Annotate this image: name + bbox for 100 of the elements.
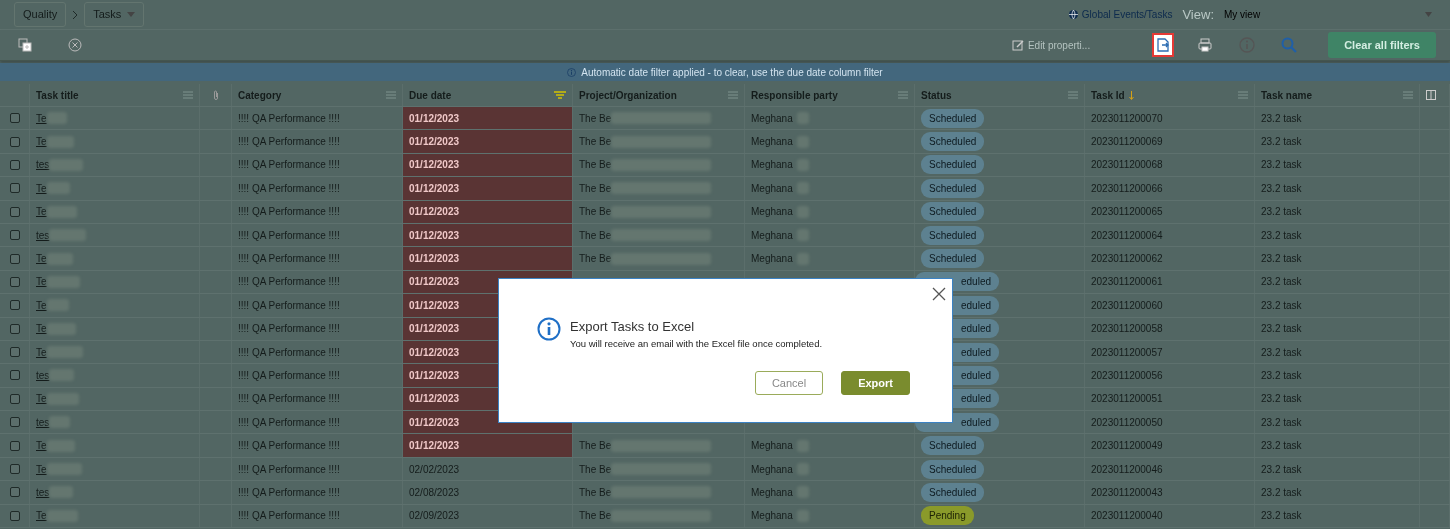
row-checkbox[interactable] [9, 206, 20, 217]
task-title-link[interactable]: Te [36, 461, 47, 477]
task-name-text: 23.2 task [1261, 369, 1302, 383]
category-text: !!!! QA Performance !!!! [238, 205, 340, 220]
task-name-text: 23.2 task [1261, 181, 1302, 196]
view-dropdown[interactable]: My view [1220, 7, 1436, 22]
status-badge: Scheduled [921, 459, 985, 479]
row-checkbox[interactable] [9, 347, 20, 358]
task-title-link[interactable]: Te [36, 438, 47, 454]
task-title-link[interactable]: tes [36, 368, 50, 383]
row-checkbox[interactable] [9, 464, 20, 475]
due-date-cell: 02/09/2023 [403, 504, 573, 528]
row-checkbox[interactable] [9, 370, 20, 381]
project-text: The Be [579, 252, 612, 267]
task-id-text: 2023011200040 [1091, 509, 1163, 524]
status-badge: Scheduled [921, 225, 985, 245]
status-badge: Scheduled [921, 155, 985, 175]
row-checkbox[interactable] [9, 253, 20, 264]
category-text: !!!! QA Performance !!!! [238, 509, 340, 524]
category-text: !!!! QA Performance !!!! [238, 369, 340, 383]
responsible-text: Meghana [751, 228, 793, 243]
row-checkbox[interactable] [9, 230, 20, 241]
column-header[interactable]: Responsible party [751, 87, 838, 103]
task-name-text: 23.2 task [1261, 252, 1302, 267]
due-date-cell: 01/12/2023 [403, 434, 573, 457]
column-header[interactable]: Due date [409, 87, 452, 103]
task-title-link[interactable]: Te [36, 321, 47, 337]
column-chooser-icon[interactable] [1426, 90, 1436, 100]
edit-icon [1011, 39, 1024, 51]
category-text: !!!! QA Performance !!!! [238, 485, 340, 500]
task-title-link[interactable]: Te [36, 297, 47, 313]
category-text: !!!! QA Performance !!!! [238, 252, 340, 267]
project-text: The Be [579, 111, 612, 126]
task-name-text: 23.2 task [1261, 158, 1302, 173]
row-checkbox[interactable] [9, 113, 20, 124]
column-header[interactable]: Status [921, 87, 952, 103]
task-name-text: 23.2 task [1261, 275, 1302, 290]
scope-link[interactable]: Global Events/Tasks [1068, 7, 1173, 22]
task-title-link[interactable]: Te [36, 251, 47, 267]
task-title-link[interactable]: Te [36, 180, 47, 196]
task-title-link[interactable]: Te [36, 274, 47, 290]
row-checkbox[interactable] [9, 393, 20, 404]
task-title-link[interactable]: Te [36, 110, 47, 126]
task-title-link[interactable]: tes [36, 414, 50, 430]
task-title-link[interactable]: Te [36, 204, 47, 220]
export-icon[interactable] [1152, 33, 1175, 57]
task-title-link[interactable]: tes [36, 157, 50, 173]
task-title-link[interactable]: Te [36, 391, 47, 407]
category-text: !!!! QA Performance !!!! [238, 111, 340, 126]
row-checkbox[interactable] [9, 323, 20, 334]
project-text: The Be [579, 158, 612, 173]
task-id-text: 2023011200046 [1091, 462, 1163, 477]
task-id-text: 2023011200064 [1091, 228, 1163, 243]
row-checkbox[interactable] [9, 417, 20, 428]
row-checkbox[interactable] [9, 300, 20, 311]
clear-filters-button[interactable]: Clear all filters [1328, 31, 1436, 59]
task-title-link[interactable]: Te [36, 344, 47, 360]
row-checkbox[interactable] [9, 159, 20, 170]
column-header[interactable]: Category [238, 87, 282, 103]
task-title-link[interactable]: tes [36, 227, 50, 243]
cancel-button[interactable]: Cancel [754, 370, 824, 396]
caret-icon [1425, 12, 1432, 17]
task-name-text: 23.2 task [1261, 439, 1302, 454]
row-checkbox[interactable] [9, 487, 20, 498]
column-header[interactable]: Task name [1261, 87, 1312, 103]
task-title-link[interactable]: Te [36, 134, 47, 150]
due-date-cell: 01/12/2023 [403, 200, 573, 223]
column-header[interactable]: Project/Organization [579, 87, 677, 103]
row-checkbox[interactable] [9, 440, 20, 451]
task-name-text: 23.2 task [1261, 298, 1302, 313]
project-text: The Be [579, 205, 612, 220]
due-date-cell: 02/08/2023 [403, 481, 573, 504]
task-id-text: 2023011200070 [1091, 111, 1163, 126]
due-date-cell: 01/12/2023 [403, 223, 573, 247]
task-name-text: 23.2 task [1261, 509, 1302, 524]
task-title-link[interactable]: Te [36, 508, 47, 524]
row-checkbox[interactable] [9, 136, 20, 147]
breadcrumb-item[interactable]: Tasks [84, 2, 145, 27]
responsible-text: Meghana [751, 485, 793, 500]
row-checkbox[interactable] [9, 276, 20, 287]
breadcrumb-item[interactable]: Quality [14, 2, 67, 27]
status-badge: Pending [921, 506, 974, 526]
column-header[interactable]: Task title [36, 87, 79, 103]
column-header[interactable]: Task Id [1091, 87, 1125, 103]
category-text: !!!! QA Performance !!!! [238, 135, 340, 150]
project-text: The Be [579, 135, 612, 150]
row-checkbox[interactable] [9, 510, 20, 521]
status-badge: Scheduled [921, 132, 985, 152]
category-text: !!!! QA Performance !!!! [238, 345, 340, 360]
banner-text: Automatic date filter applied - to clear, use the due date column filter [581, 65, 883, 80]
export-button[interactable]: Export [841, 370, 910, 396]
globe-icon [1068, 10, 1078, 19]
row-checkbox[interactable] [9, 183, 20, 194]
task-name-text: 23.2 task [1261, 415, 1302, 430]
task-id-text: 2023011200057 [1091, 345, 1163, 360]
due-date-cell: 01/12/2023 [403, 247, 573, 270]
edit-button[interactable]: Edit properti... [1007, 37, 1095, 53]
task-title-link[interactable]: tes [36, 484, 50, 500]
close-icon[interactable] [932, 286, 946, 302]
project-text: The Be [579, 228, 612, 243]
